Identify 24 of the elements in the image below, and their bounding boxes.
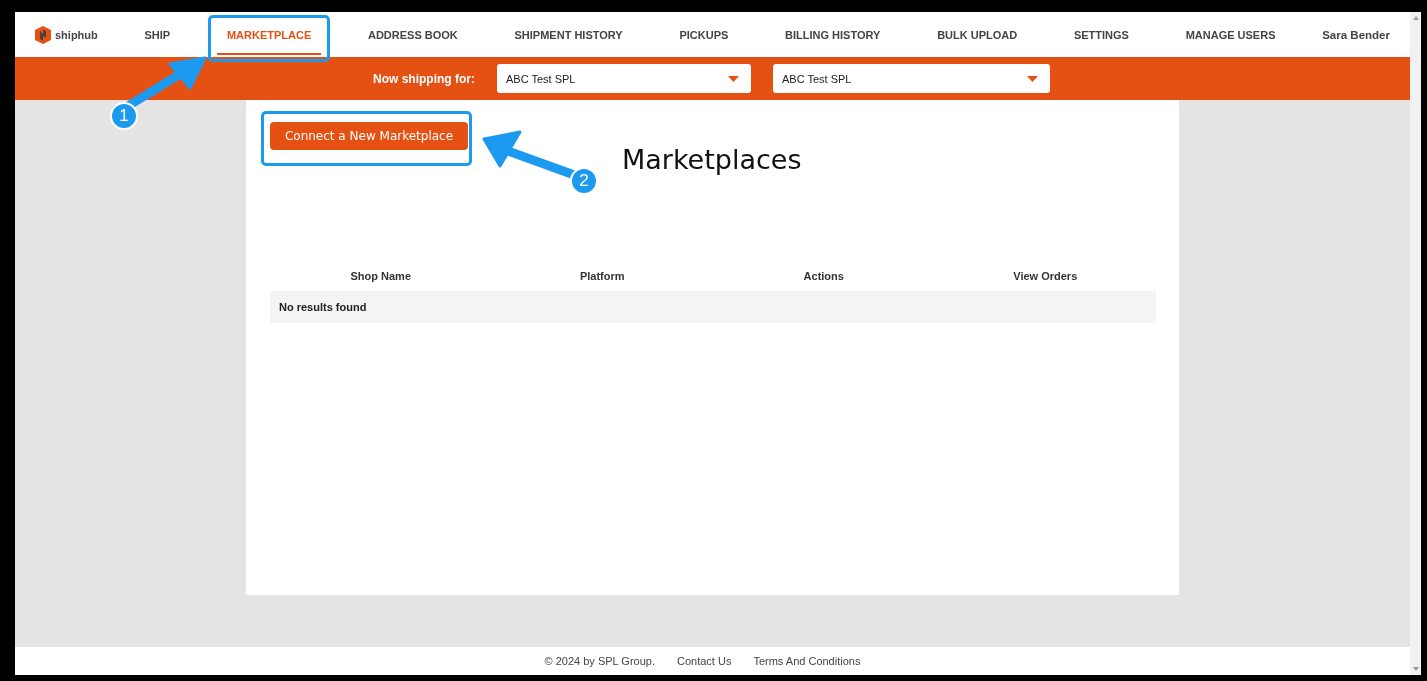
column-header: View Orders	[1012, 270, 1079, 282]
footer-link[interactable]: Contact Us	[677, 655, 732, 667]
page-title: Marketplaces	[622, 144, 802, 175]
footer-link[interactable]: Terms And Conditions	[753, 655, 861, 667]
column-header: Actions	[802, 270, 845, 282]
empty-message: No results found	[279, 301, 367, 313]
nav-tab[interactable]: SETTINGS	[1063, 14, 1139, 55]
column-header: Platform	[578, 270, 626, 282]
nav-tab[interactable]: SHIPMENT HISTORY	[504, 14, 633, 55]
brand-name: shiphub	[55, 28, 98, 41]
connect-marketplace-button[interactable]: Connect a New Marketplace	[270, 122, 468, 150]
nav-tab[interactable]: BILLING HISTORY	[775, 14, 891, 55]
nav-tab[interactable]: PICKUPS	[669, 14, 739, 55]
nav-tab[interactable]: MANAGE USERS	[1175, 14, 1286, 55]
nav-tab[interactable]: SHIP	[134, 14, 181, 55]
shipping-label: Now shipping for:	[373, 71, 475, 86]
account-dropdown[interactable]: ABC Test SPL	[497, 64, 751, 93]
nav-tab[interactable]: BULK UPLOAD	[927, 14, 1028, 55]
nav-tab[interactable]: ADDRESS BOOK	[357, 14, 468, 55]
copyright-text: © 2024 by SPL Group.	[544, 655, 655, 667]
account-dropdown[interactable]: ABC Test SPL	[773, 64, 1050, 93]
user-name[interactable]: Sara Bender	[1322, 28, 1390, 41]
column-header: Shop Name	[349, 270, 412, 282]
nav-tab[interactable]: MARKETPLACE	[216, 14, 322, 55]
